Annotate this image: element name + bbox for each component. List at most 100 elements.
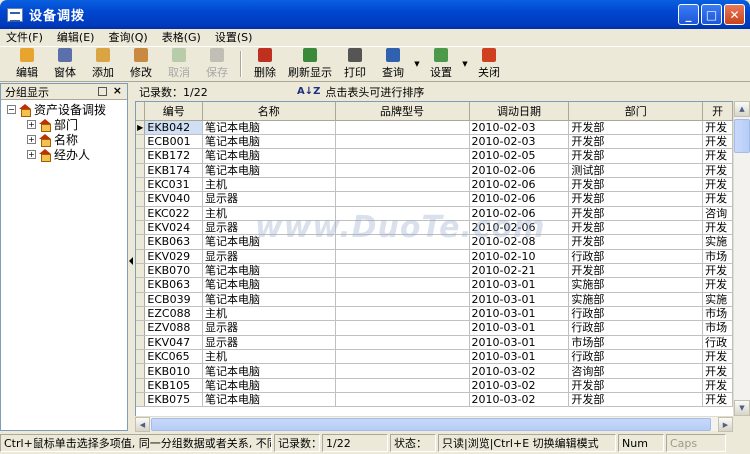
table-cell[interactable]: 咨询	[702, 206, 733, 221]
scroll-down-button[interactable]: ▼	[734, 400, 750, 416]
table-cell[interactable]: 显示器	[202, 335, 336, 351]
table-cell[interactable]	[335, 378, 470, 394]
table-cell[interactable]	[335, 206, 470, 221]
row-indicator[interactable]	[136, 349, 146, 365]
table-cell[interactable]: 主机	[202, 306, 336, 322]
table-cell[interactable]: ECB039	[144, 292, 204, 307]
table-cell[interactable]: ECB001	[144, 134, 204, 150]
table-cell[interactable]: 开发	[702, 349, 733, 365]
table-cell[interactable]: 行政部	[568, 320, 704, 336]
horizontal-scrollbar[interactable]: ◀ ▶	[135, 416, 733, 432]
table-cell[interactable]: 开发	[702, 277, 733, 293]
settings-dropdown[interactable]: ▼	[460, 47, 470, 81]
vertical-scrollbar[interactable]: ▲ ▼	[733, 101, 750, 416]
table-cell[interactable]	[335, 249, 470, 264]
table-cell[interactable]: 2010-03-01	[469, 306, 570, 322]
save-button[interactable]: 保存	[198, 47, 236, 81]
pin-icon[interactable]	[98, 87, 107, 96]
table-cell[interactable]	[335, 177, 470, 193]
scroll-up-button[interactable]: ▲	[734, 101, 750, 117]
tree-item-department[interactable]: + 部门	[1, 117, 127, 132]
table-row[interactable]: EZC088 主机 2010-03-01 行政部 市场	[136, 306, 733, 322]
table-cell[interactable]: 2010-02-06	[469, 191, 570, 207]
table-cell[interactable]: EKB070	[144, 263, 204, 279]
table-cell[interactable]: 2010-02-06	[469, 177, 570, 193]
table-row[interactable]: EKB063 笔记本电脑 2010-03-01 实施部 开发	[136, 277, 733, 293]
table-cell[interactable]: 实施	[702, 292, 733, 307]
table-cell[interactable]: 笔记本电脑	[202, 363, 336, 379]
table-cell[interactable]: EKB010	[144, 363, 204, 379]
form-view-button[interactable]: 窗体	[46, 47, 84, 81]
table-cell[interactable]: EKB105	[144, 378, 204, 394]
table-cell[interactable]: 笔记本电脑	[202, 263, 336, 279]
refresh-button[interactable]: 刷新显示	[284, 47, 336, 81]
table-cell[interactable]: 开发	[702, 148, 733, 164]
table-cell[interactable]	[335, 306, 470, 322]
table-cell[interactable]: 实施部	[568, 292, 704, 307]
modify-button[interactable]: 修改	[122, 47, 160, 81]
table-cell[interactable]: 市场	[702, 249, 733, 264]
table-cell[interactable]	[335, 234, 470, 250]
settings-button[interactable]: 设置	[422, 47, 460, 81]
table-cell[interactable]: 2010-03-01	[469, 320, 570, 336]
table-row[interactable]: EKV047 显示器 2010-03-01 市场部 行政	[136, 335, 733, 351]
column-header[interactable]: 名称	[202, 102, 336, 121]
row-indicator[interactable]	[136, 277, 146, 293]
table-cell[interactable]: EKV024	[144, 220, 204, 236]
row-indicator[interactable]	[136, 378, 146, 394]
table-cell[interactable]: 行政部	[568, 306, 704, 322]
row-indicator[interactable]	[136, 191, 146, 207]
table-cell[interactable]: 开发	[702, 191, 733, 207]
table-cell[interactable]: EKB174	[144, 163, 204, 178]
table-row[interactable]: EZV088 显示器 2010-03-01 行政部 市场	[136, 320, 733, 336]
tree-root[interactable]: − 资产设备调拨	[1, 102, 127, 117]
table-cell[interactable]: 开发部	[568, 234, 704, 250]
table-cell[interactable]: 测试部	[568, 163, 704, 178]
table-cell[interactable]: 开发部	[568, 220, 704, 236]
table-cell[interactable]: 行政部	[568, 349, 704, 365]
table-cell[interactable]: 笔记本电脑	[202, 277, 336, 293]
table-cell[interactable]: EKV047	[144, 335, 204, 351]
table-cell[interactable]: 主机	[202, 206, 336, 221]
table-row[interactable]: EKB063 笔记本电脑 2010-02-08 开发部 实施	[136, 234, 733, 250]
splitter-collapse-handle[interactable]	[129, 250, 133, 272]
table-cell[interactable]: 2010-03-01	[469, 349, 570, 365]
title-bar[interactable]: 设备调拨 _ □ ✕	[0, 0, 750, 29]
table-cell[interactable]	[335, 363, 470, 379]
table-cell[interactable]	[335, 263, 470, 279]
table-row[interactable]: EKB105 笔记本电脑 2010-03-02 开发部 开发	[136, 378, 733, 394]
table-row[interactable]: EKC022 主机 2010-02-06 开发部 咨询	[136, 206, 733, 221]
table-cell[interactable]: 开发	[702, 120, 733, 135]
table-cell[interactable]: 笔记本电脑	[202, 292, 336, 307]
table-cell[interactable]: 笔记本电脑	[202, 163, 336, 178]
close-button[interactable]: 关闭	[470, 47, 508, 81]
table-cell[interactable]: EZV088	[144, 320, 204, 336]
table-row[interactable]: EKC065 主机 2010-03-01 行政部 开发	[136, 349, 733, 365]
table-cell[interactable]: 笔记本电脑	[202, 134, 336, 150]
column-header[interactable]: 调动日期	[469, 102, 570, 121]
table-cell[interactable]	[335, 120, 470, 135]
table-cell[interactable]: 笔记本电脑	[202, 392, 336, 408]
table-cell[interactable]: 咨询部	[568, 363, 704, 379]
maximize-button[interactable]: □	[701, 4, 722, 25]
table-cell[interactable]	[335, 220, 470, 236]
table-cell[interactable]: 2010-02-21	[469, 263, 570, 279]
table-cell[interactable]: 开发部	[568, 206, 704, 221]
table-row[interactable]: ▶ EKB042 笔记本电脑 2010-02-03 开发部 开发	[136, 120, 733, 135]
table-cell[interactable]: 显示器	[202, 320, 336, 336]
row-indicator[interactable]	[136, 320, 146, 336]
table-cell[interactable]	[335, 163, 470, 178]
row-indicator[interactable]	[136, 392, 146, 408]
table-cell[interactable]: 开发	[702, 163, 733, 178]
horizontal-scroll-thumb[interactable]	[151, 418, 711, 431]
row-indicator[interactable]	[136, 177, 146, 193]
table-cell[interactable]	[335, 148, 470, 164]
table-cell[interactable]: 开发部	[568, 148, 704, 164]
table-row[interactable]: EKC031 主机 2010-02-06 开发部 开发	[136, 177, 733, 193]
table-cell[interactable]: 2010-02-03	[469, 120, 570, 135]
table-row[interactable]: EKV024 显示器 2010-02-06 开发部 开发	[136, 220, 733, 236]
table-cell[interactable]: 开发部	[568, 134, 704, 150]
table-cell[interactable]	[335, 349, 470, 365]
expand-icon[interactable]: +	[27, 150, 36, 159]
row-indicator[interactable]	[136, 263, 146, 279]
